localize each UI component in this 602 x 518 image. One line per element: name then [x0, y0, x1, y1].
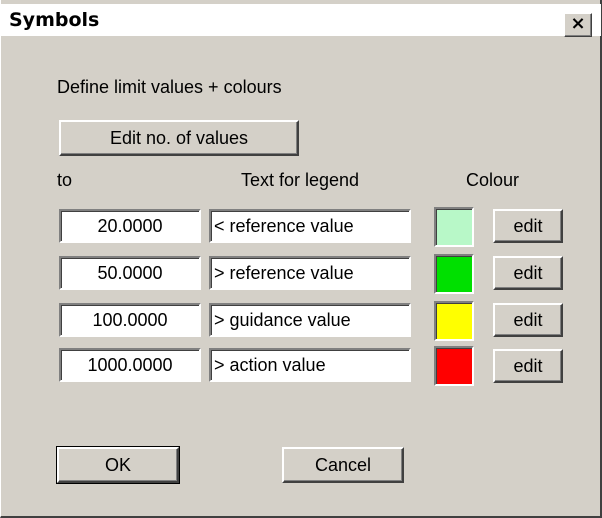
column-header-colour: Colour	[466, 170, 520, 190]
colour-swatch-4	[434, 346, 474, 386]
dialog-title: Symbols	[9, 9, 100, 31]
limit-value-text: 20.0000	[97, 215, 163, 236]
legend-text-field-2[interactable]: > reference value	[209, 256, 411, 290]
legend-text: > action value	[214, 354, 326, 375]
limit-value-text: 50.0000	[97, 262, 163, 283]
edit-colour-button-4[interactable]: edit	[493, 349, 563, 383]
limit-value-field-3[interactable]: 100.0000	[59, 303, 201, 337]
colour-swatch-3	[434, 301, 474, 341]
symbols-dialog: Symbols × Define limit values + colours …	[0, 0, 602, 518]
limit-value-field-1[interactable]: 20.0000	[59, 209, 201, 243]
legend-text-field-1[interactable]: < reference value	[209, 209, 411, 243]
dialog-heading: Define limit values + colours	[57, 77, 282, 97]
colour-swatch-1	[434, 207, 474, 247]
legend-text-field-3[interactable]: > guidance value	[209, 303, 411, 337]
ok-label: OK	[104, 454, 131, 475]
edit-colour-label: edit	[513, 309, 543, 330]
edit-colour-label: edit	[513, 355, 543, 376]
limit-value-text: 100.0000	[92, 309, 168, 330]
limit-value-text: 1000.0000	[87, 354, 173, 375]
legend-text-field-4[interactable]: > action value	[209, 348, 411, 382]
column-header-legend: Text for legend	[241, 170, 360, 190]
legend-text: > reference value	[214, 262, 354, 283]
edit-no-of-values-label: Edit no. of values	[109, 127, 249, 148]
limit-value-field-4[interactable]: 1000.0000	[59, 348, 201, 382]
edit-colour-button-2[interactable]: edit	[493, 256, 563, 290]
title-bar: Symbols ×	[1, 4, 601, 37]
edit-colour-label: edit	[513, 215, 543, 236]
cancel-label: Cancel	[314, 454, 372, 475]
close-icon: ×	[570, 13, 586, 34]
legend-text: > guidance value	[214, 309, 351, 330]
edit-no-of-values-button[interactable]: Edit no. of values	[59, 120, 299, 156]
limit-value-field-2[interactable]: 50.0000	[59, 256, 201, 290]
close-button[interactable]: ×	[564, 13, 592, 37]
edit-colour-label: edit	[513, 262, 543, 283]
edit-colour-button-1[interactable]: edit	[493, 209, 563, 243]
colour-swatch-2	[434, 254, 474, 294]
edit-colour-button-3[interactable]: edit	[493, 303, 563, 337]
legend-text: < reference value	[214, 215, 354, 236]
column-header-to: to	[57, 170, 73, 190]
ok-button[interactable]: OK	[56, 446, 180, 484]
cancel-button[interactable]: Cancel	[282, 447, 404, 483]
